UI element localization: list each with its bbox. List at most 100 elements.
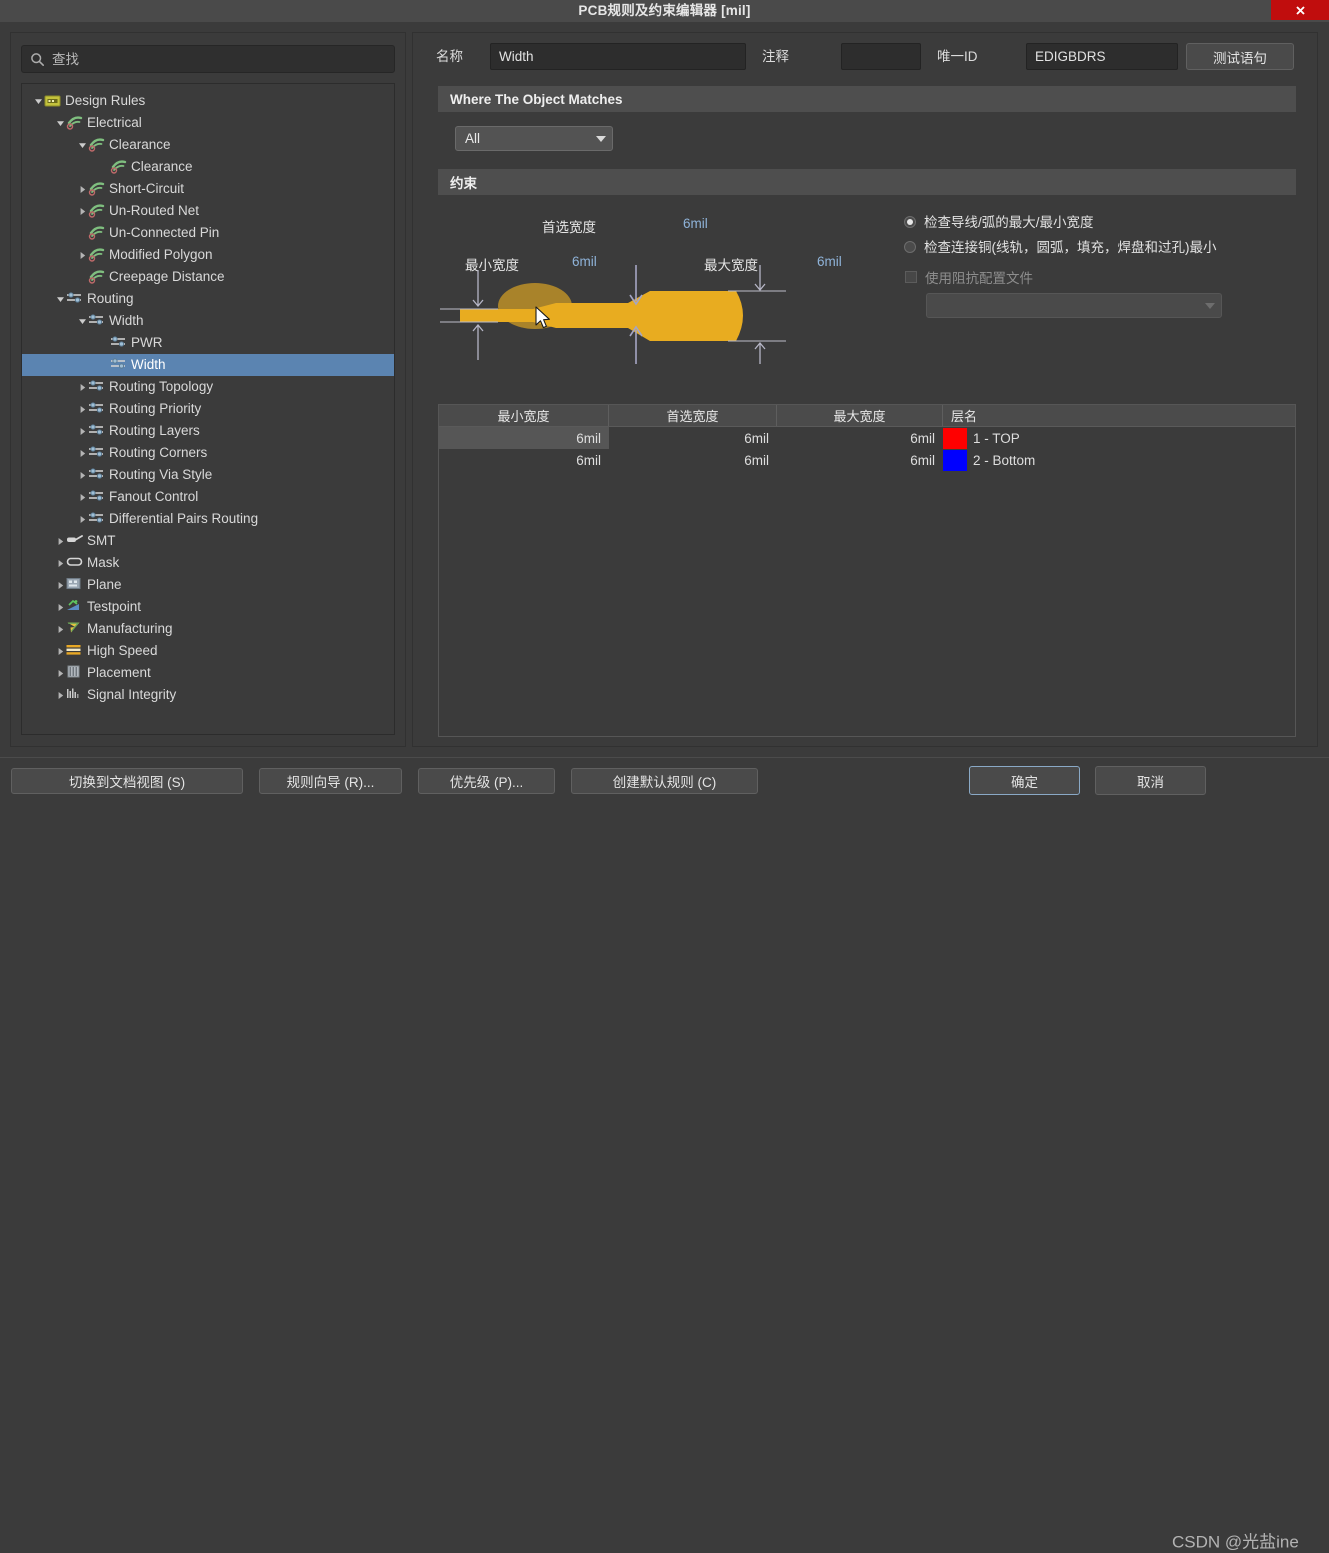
cancel-button[interactable]: 取消: [1095, 766, 1206, 795]
search-input[interactable]: [52, 51, 386, 67]
chevron-right-icon[interactable]: [54, 552, 66, 574]
tree-item-routing-topology[interactable]: Routing Topology: [22, 376, 394, 398]
table-body[interactable]: 6mil 6mil 6mil 1 - TOP 6mil 6mil 6mil 2 - Botto…: [439, 427, 1295, 471]
chevron-down-icon[interactable]: [54, 288, 66, 310]
highspeed-icon: [66, 643, 83, 660]
table-cell-min[interactable]: 6mil: [439, 427, 609, 449]
table-column-header[interactable]: 层名: [943, 405, 1253, 426]
chevron-down-icon[interactable]: [76, 310, 88, 332]
table-cell-max[interactable]: 6mil: [777, 431, 943, 446]
tree-item-label: Electrical: [87, 115, 142, 130]
mouse-cursor-icon: [535, 306, 552, 333]
impedance-profile-dropdown[interactable]: [926, 293, 1222, 318]
tree-item-clearance[interactable]: Clearance: [22, 134, 394, 156]
tree-item-creepage-distance[interactable]: Creepage Distance: [22, 266, 394, 288]
chevron-right-icon[interactable]: [54, 574, 66, 596]
table-row[interactable]: 6mil 6mil 6mil 1 - TOP: [439, 427, 1295, 449]
tree-item-routing-priority[interactable]: Routing Priority: [22, 398, 394, 420]
comment-field[interactable]: [841, 43, 921, 70]
chevron-right-icon[interactable]: [76, 508, 88, 530]
chevron-right-icon[interactable]: [54, 684, 66, 706]
chevron-right-icon[interactable]: [76, 376, 88, 398]
table-cell-layer[interactable]: 1 - TOP: [967, 431, 1253, 446]
test-query-button[interactable]: 测试语句: [1186, 43, 1294, 70]
use-impedance-profile-checkbox[interactable]: 使用阻抗配置文件: [905, 267, 1033, 287]
chevron-down-icon[interactable]: [76, 134, 88, 156]
priority-button[interactable]: 优先级 (P)...: [418, 768, 555, 794]
tree-item-label: Differential Pairs Routing: [109, 511, 259, 526]
table-row[interactable]: 6mil 6mil 6mil 2 - Bottom: [439, 449, 1295, 471]
tree-item-placement[interactable]: Placement: [22, 662, 394, 684]
chevron-right-icon[interactable]: [76, 244, 88, 266]
radio-check-track-arc-width[interactable]: 检查导线/弧的最大/最小宽度: [904, 214, 1094, 231]
table-cell-preferred[interactable]: 6mil: [609, 431, 777, 446]
tree-item-width[interactable]: Width: [22, 310, 394, 332]
table-column-header[interactable]: 最大宽度: [777, 405, 943, 426]
table-column-header[interactable]: 首选宽度: [609, 405, 777, 426]
chevron-right-icon[interactable]: [54, 640, 66, 662]
tree-item-label: Modified Polygon: [109, 247, 213, 262]
name-input[interactable]: [499, 49, 737, 64]
table-cell-max[interactable]: 6mil: [777, 453, 943, 468]
create-default-rules-button[interactable]: 创建默认规则 (C): [571, 768, 758, 794]
tree-item-smt[interactable]: SMT: [22, 530, 394, 552]
chevron-down-icon[interactable]: [32, 90, 44, 112]
tree-item-design-rules[interactable]: Design Rules: [22, 90, 394, 112]
chevron-right-icon[interactable]: [76, 464, 88, 486]
layer-width-table[interactable]: 最小宽度 首选宽度 最大宽度 层名 6mil 6mil 6mil 1 - TOP 6mil 6m…: [438, 404, 1296, 737]
tree-item-high-speed[interactable]: High Speed: [22, 640, 394, 662]
tree-item-modified-polygon[interactable]: Modified Polygon: [22, 244, 394, 266]
tree-item-clearance[interactable]: Clearance: [22, 156, 394, 178]
design-rules-tree[interactable]: Design Rules Electrical Clearance Clearance…: [21, 83, 395, 735]
comment-input[interactable]: [850, 49, 912, 64]
tree-item-routing-via-style[interactable]: Routing Via Style: [22, 464, 394, 486]
preferred-width-value[interactable]: 6mil: [683, 216, 708, 231]
chevron-right-icon[interactable]: [54, 596, 66, 618]
switch-to-document-view-button[interactable]: 切换到文档视图 (S): [11, 768, 243, 794]
rule-wizard-button[interactable]: 规则向导 (R)...: [259, 768, 402, 794]
chevron-right-icon[interactable]: [76, 200, 88, 222]
table-cell-layer[interactable]: 2 - Bottom: [967, 453, 1253, 468]
tree-item-routing-layers[interactable]: Routing Layers: [22, 420, 394, 442]
chevron-right-icon[interactable]: [54, 662, 66, 684]
table-cell-preferred[interactable]: 6mil: [609, 453, 777, 468]
electrical-icon: [88, 181, 105, 198]
chevron-right-icon[interactable]: [76, 398, 88, 420]
close-icon[interactable]: [1271, 0, 1329, 20]
chevron-right-icon[interactable]: [76, 178, 88, 200]
tree-item-short-circuit[interactable]: Short-Circuit: [22, 178, 394, 200]
chevron-down-icon[interactable]: [54, 112, 66, 134]
tree-item-electrical[interactable]: Electrical: [22, 112, 394, 134]
ok-button[interactable]: 确定: [969, 766, 1080, 795]
chevron-right-icon[interactable]: [54, 618, 66, 640]
table-cell-min[interactable]: 6mil: [439, 453, 609, 468]
chevron-right-icon[interactable]: [76, 486, 88, 508]
table-column-header[interactable]: 最小宽度: [439, 405, 609, 426]
tree-item-routing[interactable]: Routing: [22, 288, 394, 310]
chevron-right-icon[interactable]: [76, 420, 88, 442]
tree-item-differential-pairs-routing[interactable]: Differential Pairs Routing: [22, 508, 394, 530]
tree-item-testpoint[interactable]: Testpoint: [22, 596, 394, 618]
search-box[interactable]: [21, 45, 395, 73]
tree-item-mask[interactable]: Mask: [22, 552, 394, 574]
unique-id-field[interactable]: [1026, 43, 1178, 70]
unique-id-input[interactable]: [1035, 49, 1169, 64]
scope-dropdown[interactable]: All: [455, 126, 613, 151]
tree-item-width[interactable]: Width: [22, 354, 394, 376]
tree-item-label: Width: [109, 313, 144, 328]
tree-item-fanout-control[interactable]: Fanout Control: [22, 486, 394, 508]
tree-item-signal-integrity[interactable]: Signal Integrity: [22, 684, 394, 706]
name-field[interactable]: [490, 43, 746, 70]
table-header-row: 最小宽度 首选宽度 最大宽度 层名: [439, 405, 1295, 427]
tree-item-pwr[interactable]: PWR: [22, 332, 394, 354]
chevron-right-icon[interactable]: [76, 442, 88, 464]
tree-item-un-routed-net[interactable]: Un-Routed Net: [22, 200, 394, 222]
tree-item-un-connected-pin[interactable]: Un-Connected Pin: [22, 222, 394, 244]
radio-check-connected-copper[interactable]: 检查连接铜(线轨，圆弧，填充，焊盘和过孔)最小: [904, 239, 1296, 256]
chevron-right-icon[interactable]: [54, 530, 66, 552]
tree-item-manufacturing[interactable]: Manufacturing: [22, 618, 394, 640]
electrical-icon: [88, 247, 105, 264]
tree-item-plane[interactable]: Plane: [22, 574, 394, 596]
tree-item-routing-corners[interactable]: Routing Corners: [22, 442, 394, 464]
